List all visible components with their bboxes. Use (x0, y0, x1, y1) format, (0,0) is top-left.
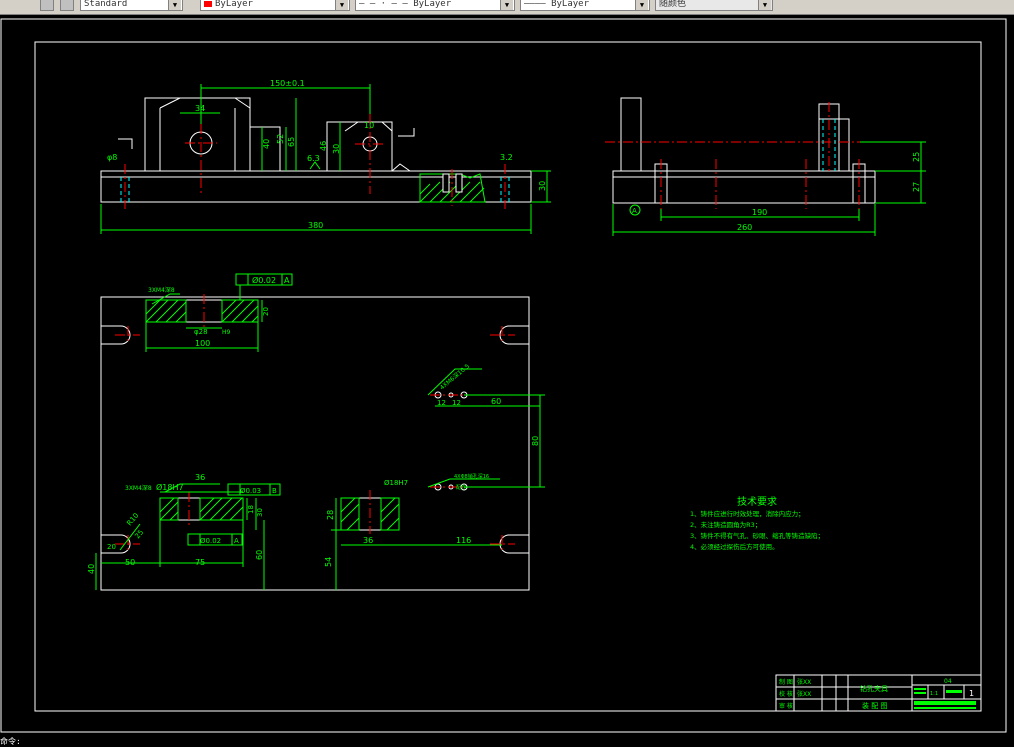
part-name: 钻孔夹具 (860, 684, 888, 693)
dim-18: 18 (247, 505, 255, 514)
command-prompt[interactable]: 命令: (0, 736, 21, 747)
tol-bottom: Ø0.02 (200, 537, 221, 545)
note-pins-2: 配作 (456, 484, 466, 491)
dim-12a: 12 (437, 399, 446, 407)
dim-30h: 30 (332, 144, 341, 154)
dim-36-right: 36 (363, 536, 373, 545)
note-bottom-threads: 3XM4深8 (125, 484, 152, 492)
dim-190: 190 (752, 208, 767, 217)
color-select[interactable]: ByLayer ▼ (200, 0, 350, 11)
dim-18h7-left: Ø18H7 (156, 482, 184, 492)
drawing-number: 04 (944, 678, 952, 685)
scale: 1:1 (930, 691, 938, 697)
lineweight-value: ByLayer (551, 0, 590, 9)
dim-right-small: 3.2 (500, 153, 513, 162)
note-holes: 4XM6深10.5 (438, 362, 471, 392)
toolbar-button-icon[interactable] (40, 0, 54, 11)
dim-54: 54 (324, 557, 333, 567)
plot-style-value: 随颜色 (659, 0, 687, 9)
chevron-down-icon[interactable]: ▼ (335, 0, 348, 10)
dim-40: 40 (262, 139, 271, 149)
dim-phi28: φ28 (194, 328, 208, 336)
plot-style-select[interactable]: 随颜色 ▼ (655, 0, 773, 11)
tech-req-line: 4、必须经过探伤后方可使用。 (690, 542, 779, 551)
dim-36-left: 36 (195, 473, 205, 482)
tech-req-line: 3、铸件不得有气孔、砂眼、缩孔等铸造缺陷； (690, 531, 824, 540)
datum-a: A (632, 207, 637, 215)
sheet-border (0, 18, 1007, 733)
top-view: 3XM4深8 Ø0.02 A φ28 H9 20 100 4XM6深10.5 1… (87, 273, 545, 591)
drawing-type: 装 配 图 (862, 701, 887, 710)
dim-roughness: 6.3 (307, 154, 320, 163)
chevron-down-icon[interactable]: ▼ (500, 0, 513, 10)
linetype-sample: — — · — — (359, 0, 414, 9)
dim-25: 25 (912, 152, 921, 162)
dim-60: 60 (491, 397, 501, 406)
title-row3-label: 审 核 (779, 702, 793, 710)
dim-40-left: 40 (87, 564, 96, 574)
lineweight-sample: ———— (524, 0, 552, 9)
title-block: 制 图 张XX 校 核 张XX 审 核 钻孔夹具 装 配 图 04 1:1 1 (775, 674, 982, 712)
chevron-down-icon[interactable]: ▼ (758, 0, 771, 10)
dim-60-vertical: 60 (255, 550, 264, 560)
drawing-canvas[interactable]: 150±0.1 34 40 52 65 46 30 10 6.3 30 380 … (0, 14, 1014, 736)
title-row2-label: 校 核 (779, 690, 793, 698)
dim-27: 27 (912, 182, 921, 192)
chevron-down-icon[interactable]: ▼ (635, 0, 648, 10)
sheet-number: 1 (969, 689, 974, 698)
front-view: 150±0.1 34 40 52 65 46 30 10 6.3 30 380 … (100, 79, 551, 234)
lineweight-select[interactable]: ———— ByLayer ▼ (520, 0, 650, 11)
linetype-value: ByLayer (413, 0, 452, 9)
title-row2-name: 张XX (797, 690, 811, 698)
dim-total: 380 (308, 221, 323, 230)
dim-width: 150±0.1 (270, 79, 305, 88)
dim-30: 30 (538, 181, 547, 191)
tech-req-title: 技术要求 (737, 495, 777, 508)
dim-46: 46 (319, 141, 328, 151)
chevron-down-icon[interactable]: ▼ (168, 0, 181, 10)
dim-52: 52 (276, 134, 285, 144)
tol-top-ref: A (284, 276, 290, 285)
dim-100: 100 (195, 339, 210, 348)
text-style-icon[interactable] (60, 0, 74, 11)
properties-toolbar: Standard ▼ ByLayer ▼ — — · — — ByLayer ▼… (0, 0, 1014, 15)
dim-30-small: 30 (256, 508, 264, 517)
dim-260: 260 (737, 223, 752, 232)
dim-20: 20 (262, 307, 270, 316)
dim-50: 50 (125, 558, 135, 567)
dim-12b: 12 (452, 399, 461, 407)
tol-position: Ø0.03 (240, 487, 261, 495)
color-value: ByLayer (215, 0, 253, 9)
tol-position-ref: B (272, 487, 277, 495)
dim-left-small: φ8 (107, 153, 117, 162)
technical-requirements: 技术要求 1、铸件应进行时效处理，消除内应力； 2、未注铸造圆角为R3； 3、铸… (690, 495, 824, 551)
tol-bottom-ref: A (234, 537, 239, 545)
note-top-threads: 3XM4深8 (148, 286, 175, 294)
title-row1-label: 制 图 (779, 678, 793, 686)
title-row1-name: 张XX (797, 678, 811, 686)
note-pins: 4XΦ8销孔深16 (454, 473, 489, 480)
dim-10: 10 (364, 121, 374, 130)
dim-28: 28 (326, 510, 335, 520)
dim-75: 75 (195, 558, 205, 567)
tech-req-line: 1、铸件应进行时效处理，消除内应力； (690, 509, 805, 518)
linetype-select[interactable]: — — · — — ByLayer ▼ (355, 0, 515, 11)
dim-34: 34 (195, 104, 205, 113)
tech-req-line: 2、未注铸造圆角为R3； (690, 520, 761, 529)
dim-20-left: 20 (107, 543, 116, 551)
side-view: 190 260 25 27 A (605, 97, 926, 236)
dim-80: 80 (531, 436, 540, 446)
text-style-value: Standard (84, 0, 128, 9)
dim-18h7-right: Ø18H7 (384, 479, 408, 487)
dim-116: 116 (456, 536, 471, 545)
dim-h9: H9 (222, 329, 231, 336)
text-style-select[interactable]: Standard ▼ (80, 0, 183, 11)
color-swatch (204, 0, 212, 7)
tol-top: Ø0.02 (252, 275, 276, 285)
dim-r10: R10 (125, 512, 140, 528)
dim-65: 65 (287, 137, 296, 147)
